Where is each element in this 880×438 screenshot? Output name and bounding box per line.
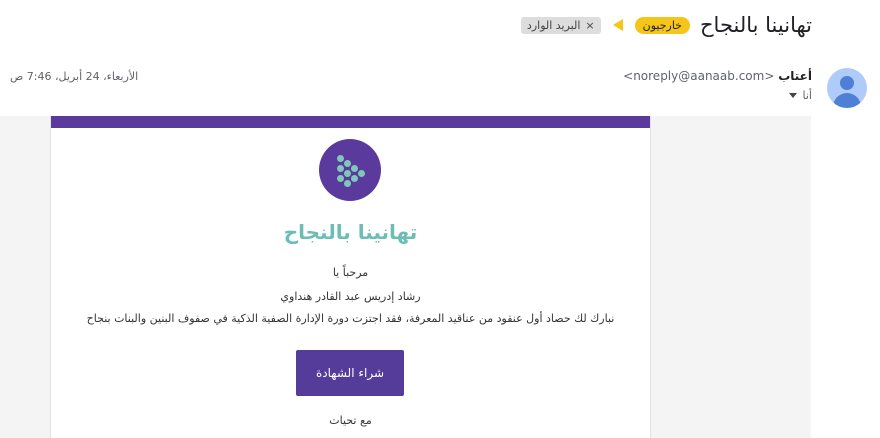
email-body-area: تهانينا بالنجاح مرحباً يا رشاد إدريس عبد… <box>0 116 811 438</box>
logo-dot <box>337 175 344 182</box>
recipient-name: أنا <box>802 89 812 102</box>
message-datetime: الأربعاء، 24 أبريل، 7:46 ص <box>10 70 139 83</box>
logo-dot <box>344 170 351 177</box>
email-greeting: مرحباً يا <box>332 266 369 279</box>
email-card: تهانينا بالنجاح مرحباً يا رشاد إدريس عبد… <box>50 116 651 438</box>
logo-dot <box>337 165 344 172</box>
remove-label-icon[interactable]: × <box>585 19 594 32</box>
sender-line: أعتاب <noreply@aanaab.com> <box>623 69 812 83</box>
logo-dot <box>344 180 351 187</box>
avatar-icon[interactable] <box>827 68 867 108</box>
buy-certificate-button[interactable]: شراء الشهادة <box>296 350 404 396</box>
logo-dot <box>358 170 365 177</box>
logo-dot <box>351 165 358 172</box>
avatar-head <box>840 76 854 90</box>
inbox-label-text: البريد الوارد <box>526 18 581 32</box>
sender-name[interactable]: أعتاب <box>778 69 812 83</box>
email-signoff: مع تحيات <box>329 414 372 427</box>
caret-down-icon[interactable] <box>788 93 797 98</box>
logo-dot <box>351 175 358 182</box>
importance-marker-icon[interactable] <box>612 19 623 31</box>
recipient-fullname: رشاد إدريس عبد القادر هنداوي <box>280 290 421 303</box>
email-headline: تهانينا بالنجاح <box>283 220 418 244</box>
email-subject: تهانينا بالنجاح <box>699 13 812 37</box>
brand-bar <box>51 116 650 128</box>
sender-email: <noreply@aanaab.com> <box>623 69 775 83</box>
aanaab-logo <box>319 139 381 201</box>
recipient-line[interactable]: أنا <box>788 89 812 102</box>
avatar-body <box>833 93 861 108</box>
inbox-label[interactable]: البريد الوارد × <box>520 16 601 34</box>
subject-row: تهانينا بالنجاح خارجيون البريد الوارد × <box>520 8 812 42</box>
external-label[interactable]: خارجيون <box>634 16 690 34</box>
logo-dot <box>344 160 351 167</box>
logo-dot <box>337 155 344 162</box>
email-message: نبارك لك حصاد أول عنقود من عناقيد المعرف… <box>86 312 615 325</box>
